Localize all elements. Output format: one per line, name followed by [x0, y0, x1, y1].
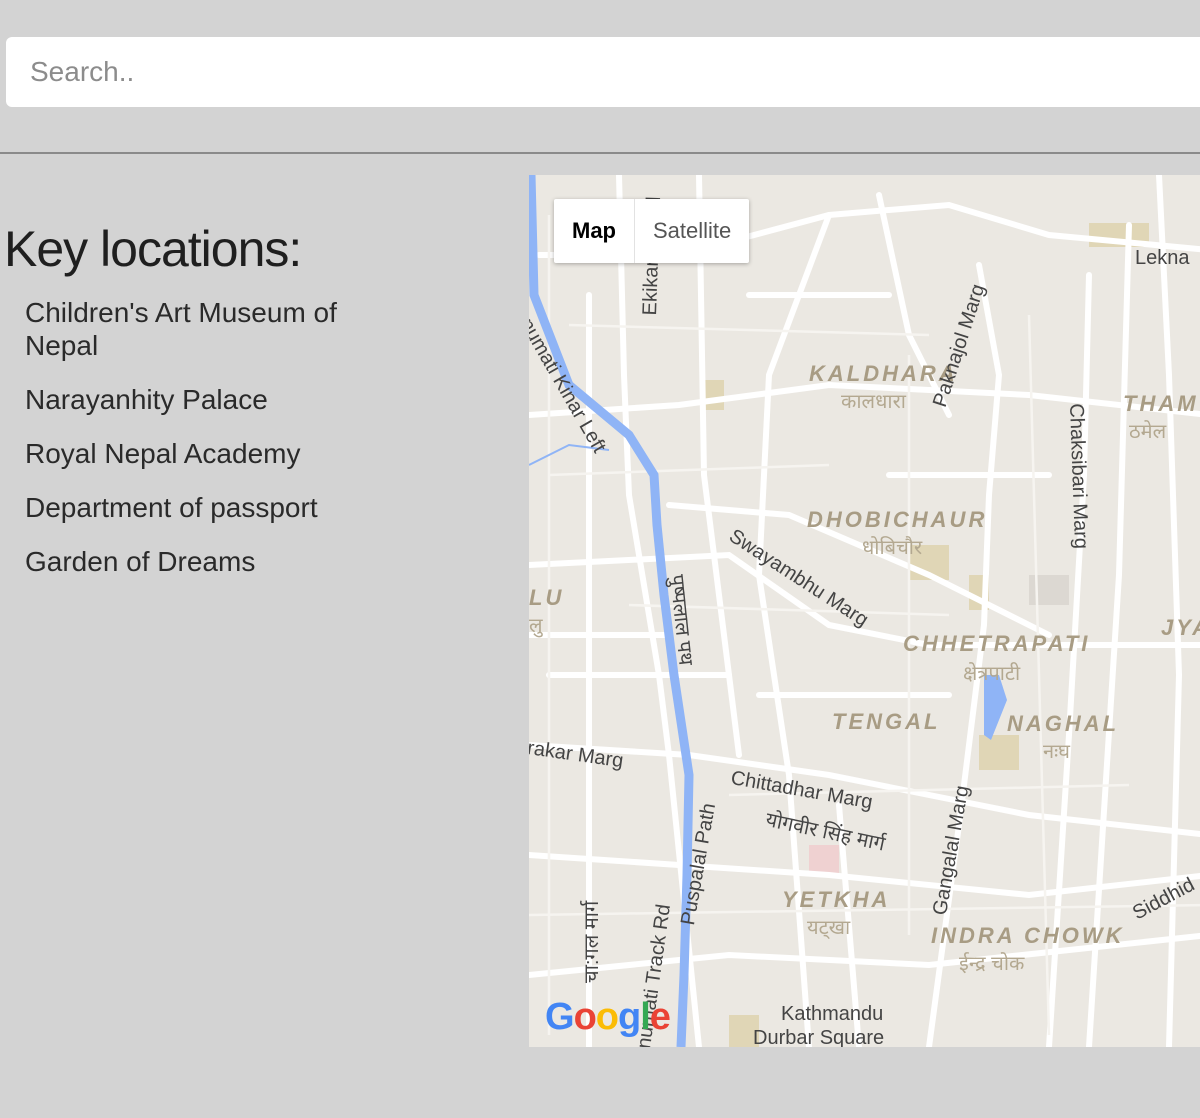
map-type-map-button[interactable]: Map [554, 199, 635, 263]
road-label: चा:गल मार्ग [581, 900, 603, 983]
area-label-local: यट्खा [807, 917, 851, 939]
area-label: TENGAL [832, 709, 941, 734]
area-label: CHHETRAPATI [903, 631, 1091, 656]
map-view[interactable]: KALDHARA कालधारा DHOBICHAUR धोबिचौर CHHE… [529, 175, 1200, 1047]
area-label-local: नःघ [1043, 741, 1070, 763]
location-item[interactable]: Royal Nepal Academy [25, 437, 405, 470]
location-item[interactable]: Children's Art Museum of Nepal [25, 296, 405, 362]
map-type-satellite-button[interactable]: Satellite [635, 199, 749, 263]
search-bar [0, 0, 1200, 154]
road-label: Durbar Square [753, 1027, 885, 1047]
key-locations-heading: Key locations: [4, 221, 302, 277]
area-label: INDRA CHOWK [931, 923, 1125, 948]
key-locations-panel: Key locations: Children's Art Museum of … [0, 200, 500, 599]
area-label: YETKHA [782, 887, 891, 912]
location-list: Children's Art Museum of Nepal Narayanhi… [0, 296, 405, 578]
area-label: DHOBICHAUR [807, 507, 988, 532]
area-label-local: ठमेल [1129, 421, 1167, 443]
location-item[interactable]: Department of passport [25, 491, 405, 524]
map-type-control: Map Satellite [554, 199, 750, 263]
google-logo: Google [545, 996, 671, 1038]
area-label: LU [529, 585, 565, 610]
search-input[interactable] [6, 37, 1200, 107]
area-label: NAGHAL [1007, 711, 1120, 736]
area-label-local: क्षेत्रपाटी [963, 663, 1021, 685]
area-label-local: कालधारा [841, 391, 906, 413]
road-label: Kathmandu [781, 1003, 884, 1025]
area-label-local: लु [529, 615, 543, 637]
area-label-local: धोबिचौर [862, 537, 923, 559]
area-label: THAM [1123, 391, 1199, 416]
road-label: Lekna [1135, 247, 1190, 269]
location-item[interactable]: Narayanhity Palace [25, 383, 405, 416]
location-item[interactable]: Garden of Dreams [25, 545, 405, 578]
area-label: JYA [1161, 615, 1200, 640]
area-label-local: ईन्द्र चोक [959, 953, 1025, 975]
